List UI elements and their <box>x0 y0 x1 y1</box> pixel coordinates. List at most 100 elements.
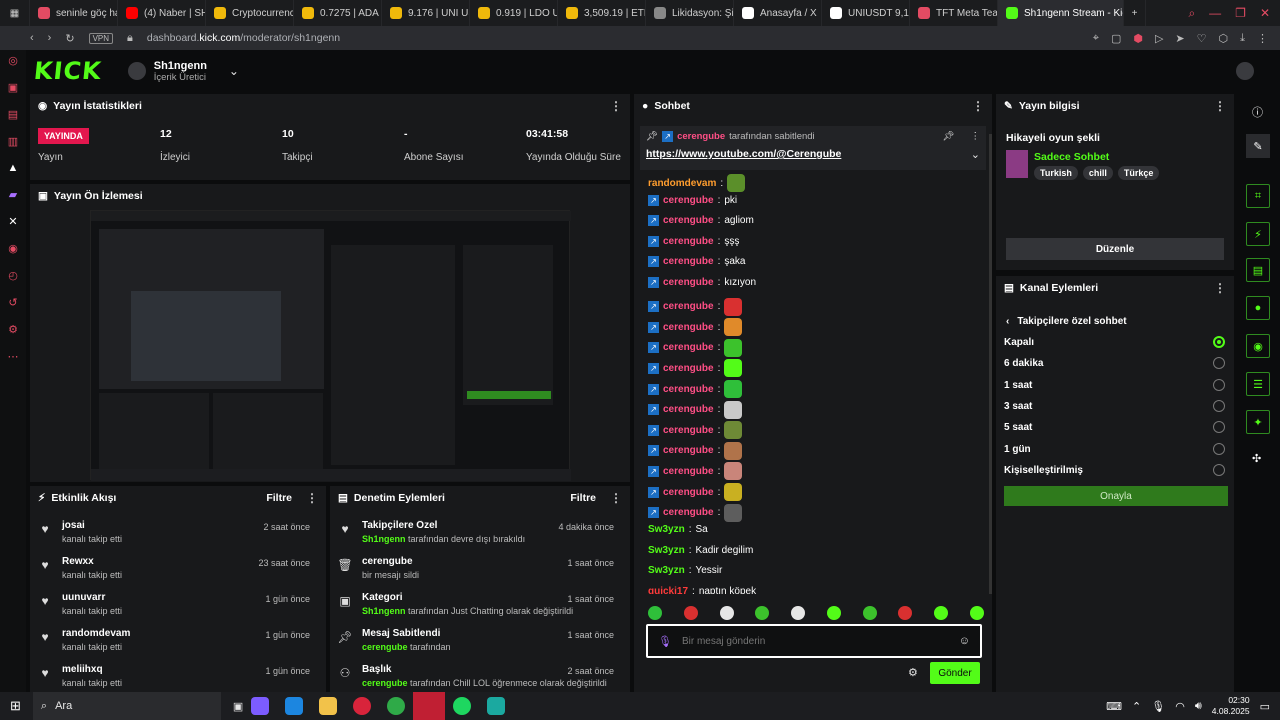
stats-menu-icon[interactable]: ⋮ <box>610 99 622 113</box>
document-icon[interactable]: ▤ <box>1246 258 1270 282</box>
browser-tab[interactable]: UNIUSDT 9,176 <box>822 0 910 26</box>
chat-scrollbar[interactable] <box>989 134 992 594</box>
option-radio[interactable] <box>1213 357 1225 370</box>
explorer-icon[interactable] <box>319 697 338 715</box>
pinned-link[interactable]: https://www.youtube.com/@Cerengube <box>646 148 841 161</box>
browser-tab[interactable]: 0.919 | LDO US <box>470 0 558 26</box>
chat-username[interactable]: cerengube <box>663 404 714 415</box>
task-view-icon[interactable]: ▣ <box>233 700 243 713</box>
followers-only-option[interactable]: 1 saat <box>1004 380 1032 391</box>
emote-icon[interactable] <box>683 606 698 620</box>
tag-chip[interactable]: Türkçe <box>1117 166 1160 180</box>
chat-message[interactable]: ↗ cerengube: <box>648 462 743 481</box>
activity-menu-icon[interactable]: ⋮ <box>306 491 318 505</box>
chevron-down-icon[interactable]: ⌄ <box>971 148 980 161</box>
emote-icon[interactable] <box>826 606 841 620</box>
app-icon[interactable] <box>487 697 506 715</box>
chat-message[interactable]: Sw3yzn: Kadir degilim <box>648 545 753 556</box>
chat-username[interactable]: cerengube <box>663 236 714 247</box>
sidebar-arrow-icon[interactable]: ▲ <box>8 162 19 174</box>
maximize-icon[interactable]: ❐ <box>1235 6 1246 21</box>
user-avatar[interactable] <box>1236 62 1254 80</box>
chat-message[interactable]: ↗ cerengube: <box>648 359 743 378</box>
emote-icon[interactable] <box>969 606 984 620</box>
opera-icon[interactable] <box>353 697 372 715</box>
sidebar-x-icon[interactable]: ✕ <box>8 215 17 228</box>
tab-actions-icon[interactable]: ▦ <box>0 0 30 26</box>
play-icon[interactable]: ▷ <box>1155 32 1163 45</box>
sidebar-player-icon[interactable]: ◉ <box>8 242 18 255</box>
layers-icon[interactable]: ☰ <box>1246 372 1270 396</box>
chat-username[interactable]: cerengube <box>663 322 714 333</box>
option-radio[interactable] <box>1213 378 1225 391</box>
browser-tab[interactable]: Likidasyon: Şi <box>646 0 734 26</box>
chat-message[interactable]: ↗ cerengube: şşş <box>648 235 739 247</box>
chat-username[interactable]: cerengube <box>663 195 714 206</box>
chat-message[interactable]: ↗ cerengube: pki <box>648 194 737 206</box>
sidebar-vk-icon[interactable]: ▤ <box>8 108 18 121</box>
chat-username[interactable]: Sw3yzn <box>648 545 685 556</box>
emote-icon[interactable] <box>862 606 877 620</box>
download-icon[interactable]: ⤓ <box>1240 32 1245 45</box>
followers-only-option[interactable]: 6 dakika <box>1004 358 1043 369</box>
followers-only-option[interactable]: Kapalı <box>1004 337 1034 348</box>
emote-icon[interactable] <box>648 606 662 620</box>
extensions-icon[interactable]: ⬡ <box>1219 32 1229 45</box>
option-radio[interactable] <box>1213 463 1225 476</box>
pin-icon[interactable]: ⌖ <box>1093 32 1099 45</box>
info-icon[interactable]: ⓘ <box>1252 104 1263 120</box>
chat-message[interactable]: randomdevam: <box>648 174 746 192</box>
tag-chip[interactable]: chill <box>1082 166 1113 180</box>
emoji-icon[interactable]: ☺ <box>959 635 970 647</box>
activity-filter-button[interactable]: Filtre <box>266 492 292 504</box>
chat-username[interactable]: cerengube <box>663 445 714 456</box>
chat-message[interactable]: ↗ cerengube: <box>648 400 743 419</box>
chat-message[interactable]: ↗ cerengube: <box>648 338 743 357</box>
browser-tab[interactable]: (4) Naber | SH <box>118 0 206 26</box>
followers-only-option[interactable]: 5 saat <box>1004 422 1032 433</box>
mic-icon[interactable]: 🎙︎ <box>1151 700 1165 713</box>
chevron-left-icon[interactable]: ‹ <box>1006 316 1009 327</box>
bolt-icon[interactable]: ⚡︎ <box>1246 222 1270 246</box>
emote-icon[interactable] <box>755 606 770 620</box>
tray-chevron-icon[interactable]: ⌃ <box>1132 700 1141 713</box>
chat-message[interactable]: ↗ cerengube: şaka <box>648 256 745 268</box>
chat-username[interactable]: randomdevam <box>648 178 716 189</box>
chat-message[interactable]: Sw3yzn: Sa <box>648 524 708 535</box>
chat-username[interactable]: cerengube <box>663 215 714 226</box>
close-window-icon[interactable]: ✕ <box>1260 6 1270 21</box>
kick-logo[interactable]: KICK <box>33 57 104 85</box>
sidebar-mail-icon[interactable]: ▥ <box>8 135 18 148</box>
send-icon[interactable]: ➤ <box>1175 32 1184 45</box>
stream-preview-video[interactable] <box>90 210 571 481</box>
followers-only-option[interactable]: 1 gün <box>1004 444 1031 455</box>
unpin-icon[interactable]: 📌︎ <box>942 131 954 142</box>
windows-start-icon[interactable]: ⊞ <box>10 698 21 714</box>
browser-tab[interactable]: TFT Meta Team <box>910 0 998 26</box>
option-radio[interactable] <box>1213 399 1225 412</box>
edit-button[interactable]: Düzenle <box>1006 238 1224 260</box>
moderation-filter-button[interactable]: Filtre <box>570 492 596 504</box>
broadcast-icon[interactable]: ◉ <box>1246 334 1270 358</box>
sidebar-twitch-icon[interactable]: ▰ <box>9 188 17 201</box>
moderation-menu-icon[interactable]: ⋮ <box>610 491 622 505</box>
spotify-icon[interactable] <box>453 697 472 715</box>
confirm-button[interactable]: Onayla <box>1004 486 1228 506</box>
sidebar-settings-icon[interactable]: ⚙ <box>8 323 18 336</box>
opera-gx-icon[interactable] <box>413 692 446 720</box>
chat-message[interactable]: ↗ cerengube: <box>648 318 743 337</box>
browser-tab[interactable]: Sh1ngenn Stream - Kick D <box>998 0 1124 26</box>
puzzle-icon[interactable]: ✣ <box>1252 452 1261 465</box>
browser-tab[interactable]: 3,509.19 | ETH <box>558 0 646 26</box>
taskbar-search[interactable]: ⌕ Ara <box>32 692 221 720</box>
pencil-icon[interactable]: ✎ <box>1246 134 1270 158</box>
tag-chip[interactable]: Turkish <box>1034 166 1078 180</box>
vpn-badge[interactable]: VPN <box>88 32 114 44</box>
chrome-icon[interactable] <box>387 697 406 715</box>
chat-message[interactable]: ↗ cerengube: <box>648 421 743 440</box>
mic-icon[interactable]: 🎙︎ <box>658 635 672 648</box>
chat-username[interactable]: cerengube <box>663 256 714 267</box>
emote-icon[interactable] <box>719 606 734 620</box>
chat-username[interactable]: cerengube <box>663 507 714 518</box>
sidebar-messenger-icon[interactable]: ◎ <box>8 54 18 67</box>
